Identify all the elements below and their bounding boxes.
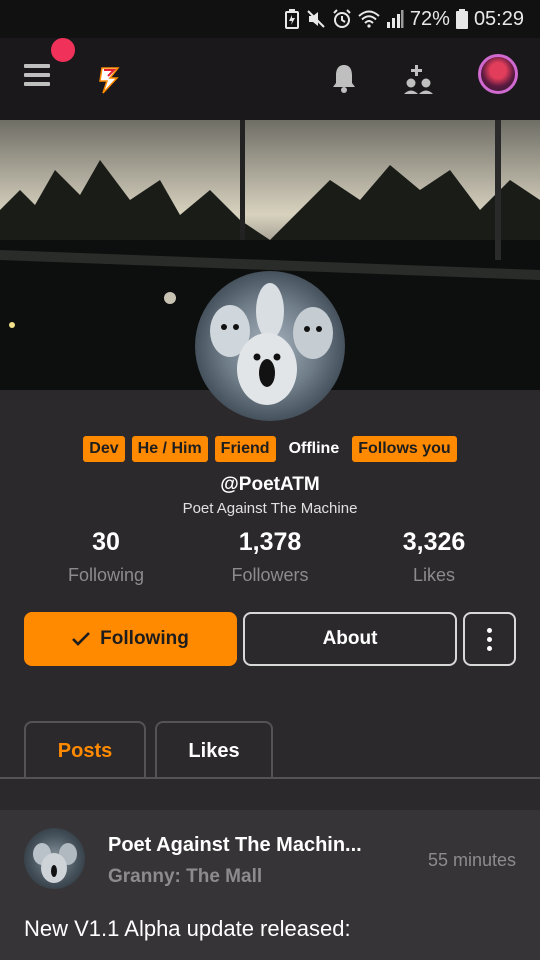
- post-author-name[interactable]: Poet Against The Machin...: [108, 834, 362, 857]
- stat-followers-label: Followers: [231, 565, 309, 585]
- more-vertical-icon: [487, 626, 492, 653]
- stat-following[interactable]: 30 Following: [26, 528, 186, 586]
- tag-offline-status: Offline: [288, 440, 340, 457]
- stat-followers-value: 1,378: [238, 528, 302, 556]
- profile-display-name: Poet Against The Machine: [182, 500, 358, 517]
- more-options-button[interactable]: [463, 612, 516, 666]
- wifi-icon: [358, 10, 380, 28]
- checkmark-icon: [72, 632, 91, 646]
- tag-follows-you: Follows you: [352, 436, 457, 462]
- tab-posts-label: Posts: [57, 739, 113, 762]
- alarm-icon: [333, 9, 351, 28]
- menu-icon[interactable]: [24, 64, 50, 94]
- add-friend-icon[interactable]: [403, 62, 435, 94]
- tab-likes[interactable]: Likes: [155, 721, 273, 779]
- app-logo-icon[interactable]: [94, 62, 126, 96]
- profile-username: @PoetATM: [220, 474, 320, 495]
- tab-posts[interactable]: Posts: [24, 721, 146, 779]
- stat-following-label: Following: [67, 565, 145, 585]
- signal-icon: [386, 10, 404, 28]
- stat-likes[interactable]: 3,326 Likes: [354, 528, 514, 586]
- clock: 05:29: [473, 7, 524, 30]
- mute-icon: [307, 10, 325, 28]
- battery-saver-icon: [284, 9, 299, 29]
- battery-percent: 72%: [409, 7, 450, 30]
- tag-dev: Dev: [83, 436, 125, 462]
- status-bar: 72% 05:29: [0, 0, 540, 38]
- post-timestamp: 55 minutes: [427, 850, 516, 870]
- tag-pronouns: He / Him: [131, 436, 208, 462]
- status-icons: 72% 05:29: [284, 8, 524, 31]
- following-button[interactable]: Following: [24, 612, 237, 666]
- post-card[interactable]: Poet Against The Machin... Granny: The M…: [0, 810, 540, 960]
- tab-likes-label: Likes: [188, 739, 240, 762]
- post-text: New V1.1 Alpha update released:: [24, 916, 351, 941]
- stat-likes-label: Likes: [412, 565, 456, 585]
- post-author-avatar[interactable]: [24, 828, 85, 889]
- tag-friend: Friend: [214, 436, 276, 462]
- top-navigation-bar: [0, 38, 540, 120]
- stat-followers[interactable]: 1,378 Followers: [190, 528, 350, 586]
- battery-icon: [455, 9, 468, 29]
- profile-tags: Dev He / Him Friend Offline Follows you: [0, 436, 540, 462]
- following-button-label: Following: [100, 628, 189, 649]
- about-button[interactable]: About: [243, 612, 457, 666]
- post-community-name[interactable]: Granny: The Mall: [108, 866, 262, 888]
- stat-following-value: 30: [92, 528, 120, 556]
- profile-avatar[interactable]: [195, 271, 345, 421]
- about-button-label: About: [322, 628, 378, 649]
- tabs-divider: [0, 777, 540, 779]
- user-avatar[interactable]: [478, 54, 518, 94]
- notification-dot: [51, 38, 75, 62]
- stat-likes-value: 3,326: [402, 528, 466, 556]
- bell-icon[interactable]: [330, 62, 358, 94]
